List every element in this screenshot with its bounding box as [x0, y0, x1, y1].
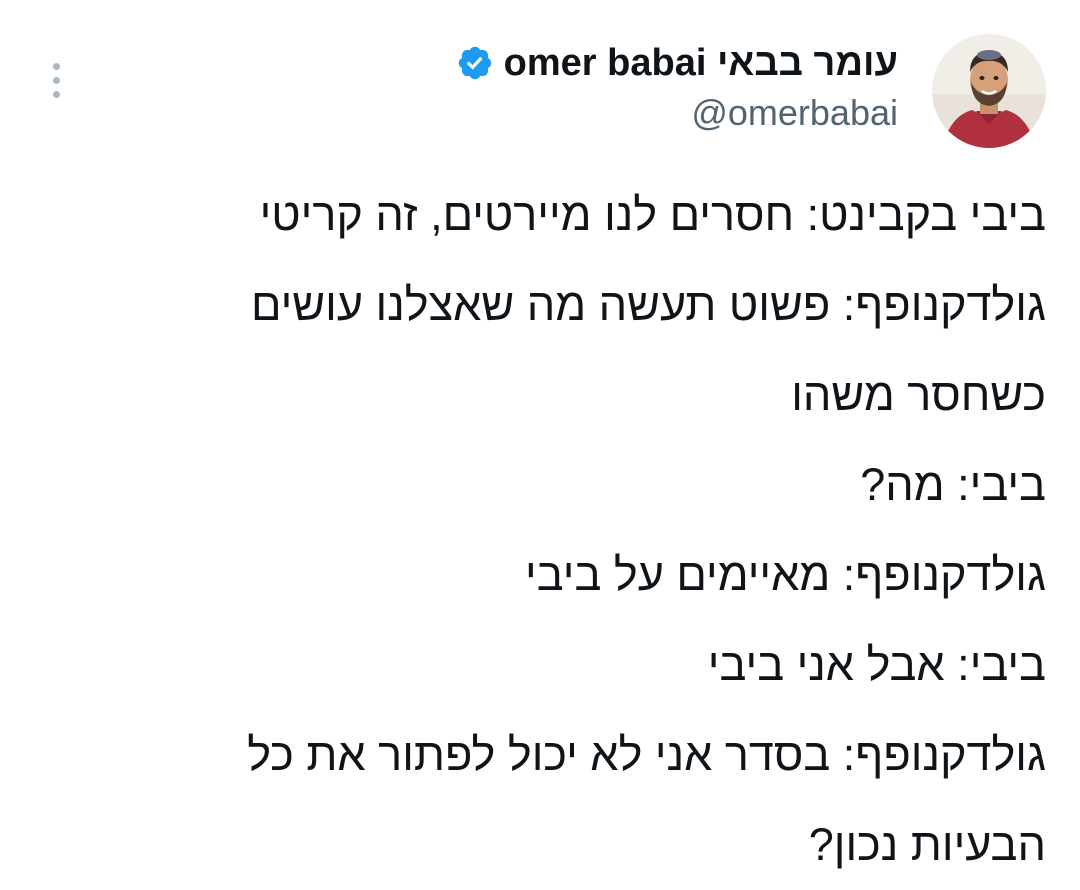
tweet-header: עומר בבאי omer babai @omerbabai [456, 36, 898, 134]
avatar[interactable] [932, 34, 1046, 148]
name-row: עומר בבאי omer babai [456, 36, 898, 90]
tweet-text-line: כשחסר משהו [791, 369, 1046, 420]
tweet-text-line: הבעיות נכון? [808, 819, 1046, 870]
more-options-button[interactable] [40, 58, 72, 102]
more-dot [52, 76, 60, 84]
more-vertical-icon [52, 62, 60, 70]
profile-photo-icon [932, 34, 1046, 148]
more-dot [52, 90, 60, 98]
tweet: עומר בבאי omer babai @omerbabai ביבי בקב… [0, 0, 1080, 870]
tweet-text: ביבי בקבינט: חסרים לנו מיירטים, זה קריטי… [146, 170, 1046, 890]
tweet-text-line: גולדקנופף: בסדר אני לא יכול לפתור את כל [247, 729, 1046, 780]
tweet-text-line: ביבי: מה? [860, 459, 1046, 510]
tweet-text-line: גולדקנופף: מאיימים על ביבי [525, 549, 1046, 600]
verified-badge-icon [458, 46, 491, 80]
author-handle[interactable]: @omerbabai [456, 92, 898, 134]
author-display-name[interactable]: עומר בבאי omer babai [504, 42, 898, 85]
tweet-text-line: גולדקנופף: פשוט תעשה מה שאצלנו עושים [251, 279, 1046, 330]
tweet-text-line: ביבי: אבל אני ביבי [707, 639, 1046, 690]
tweet-text-line: ביבי בקבינט: חסרים לנו מיירטים, זה קריטי [259, 189, 1046, 240]
